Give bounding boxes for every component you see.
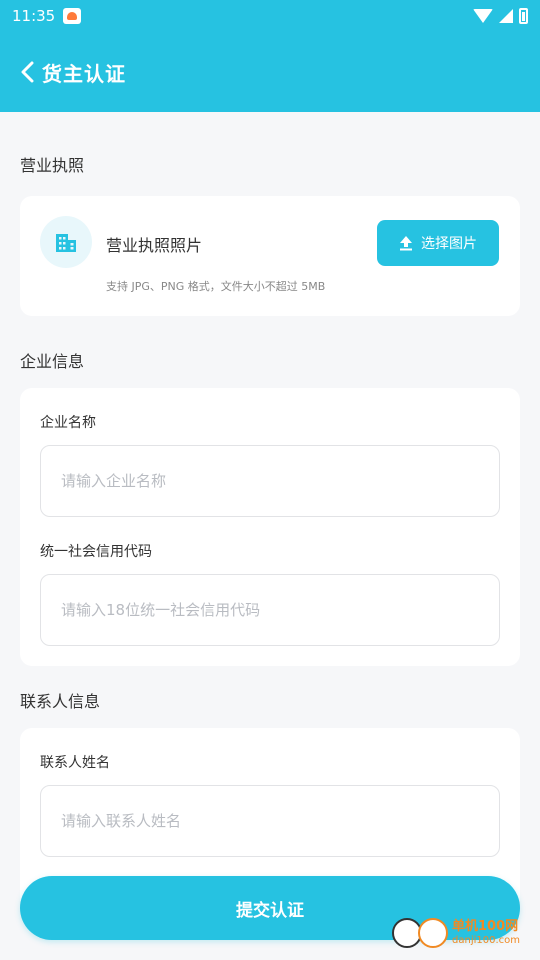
select-image-label: 选择图片 <box>421 235 477 251</box>
page-title: 货主认证 <box>42 62 126 86</box>
watermark-circle-icon <box>418 918 448 948</box>
section-title-company: 企业信息 <box>20 352 85 371</box>
watermark-cn: 单机100网 <box>452 919 519 935</box>
status-icons <box>473 8 528 24</box>
building-icon <box>40 216 92 268</box>
chevron-left-icon <box>21 61 34 83</box>
status-time: 11:35 <box>12 7 56 25</box>
app-header: 11:35 货主认证 <box>0 0 540 112</box>
contact-name-input[interactable] <box>40 785 500 857</box>
company-name-input[interactable] <box>40 445 500 517</box>
license-photo-label: 营业执照照片 <box>106 236 203 255</box>
battery-icon <box>519 8 528 24</box>
license-card: 营业执照照片 选择图片 支持 JPG、PNG 格式，文件大小不超过 5MB <box>20 196 520 316</box>
section-title-contact: 联系人信息 <box>20 692 101 711</box>
wifi-icon <box>473 9 493 23</box>
watermark-text: 单机100网 danji100.com <box>452 919 520 946</box>
credit-code-input[interactable] <box>40 574 500 646</box>
watermark-logo: 单机100网 danji100.com <box>392 918 520 948</box>
status-bar: 11:35 <box>0 0 540 32</box>
company-card: 企业名称 统一社会信用代码 <box>20 388 520 666</box>
upload-hint: 支持 JPG、PNG 格式，文件大小不超过 5MB <box>106 280 326 293</box>
company-name-label: 企业名称 <box>40 415 96 431</box>
credit-code-label: 统一社会信用代码 <box>40 544 152 560</box>
app-notification-icon <box>63 8 82 24</box>
watermark-en: danji100.com <box>452 934 520 946</box>
select-image-button[interactable]: 选择图片 <box>377 220 499 266</box>
signal-icon <box>499 9 513 23</box>
contact-name-label: 联系人姓名 <box>40 755 110 771</box>
back-button[interactable] <box>14 56 42 88</box>
building-icon-graphic <box>56 234 76 252</box>
upload-icon <box>400 236 412 251</box>
section-title-license: 营业执照 <box>20 156 85 175</box>
